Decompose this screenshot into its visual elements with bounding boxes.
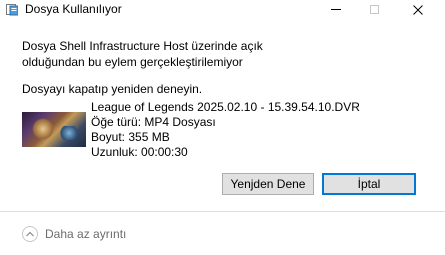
retry-button[interactable]: Yenjden Dene [222,173,314,195]
file-details: League of Legends 2025.02.10 - 15.39.54.… [91,100,360,160]
file-size: Boyut: 355 MB [91,130,170,144]
file-name: League of Legends 2025.02.10 - 15.39.54.… [91,100,360,114]
retry-hint: Dosyayı kapatıp yeniden deneyin. [22,82,203,96]
window-title: Dosya Kullanılıyor [25,2,122,16]
close-button[interactable] [400,0,436,19]
maximize-button[interactable] [356,0,392,19]
minimize-button[interactable] [318,0,354,19]
file-duration: Uzunluk: 00:00:30 [91,145,188,159]
details-toggle-label: Daha az ayrıntı [45,227,127,241]
cancel-button[interactable]: İptal [322,173,416,195]
close-icon [413,4,423,15]
title-bar: Dosya Kullanılıyor [0,0,445,19]
error-message: Dosya Shell Infrastructure Host üzerinde… [22,39,263,69]
document-icon [5,3,19,16]
minimize-icon [331,9,341,10]
chevron-up-icon [22,226,38,242]
file-type: Öğe türü: MP4 Dosyası [91,115,216,129]
details-toggle[interactable]: Daha az ayrıntı [22,226,126,242]
video-thumbnail [22,112,86,147]
dialog-footer: Daha az ayrıntı [0,211,445,255]
maximize-icon [369,5,379,14]
